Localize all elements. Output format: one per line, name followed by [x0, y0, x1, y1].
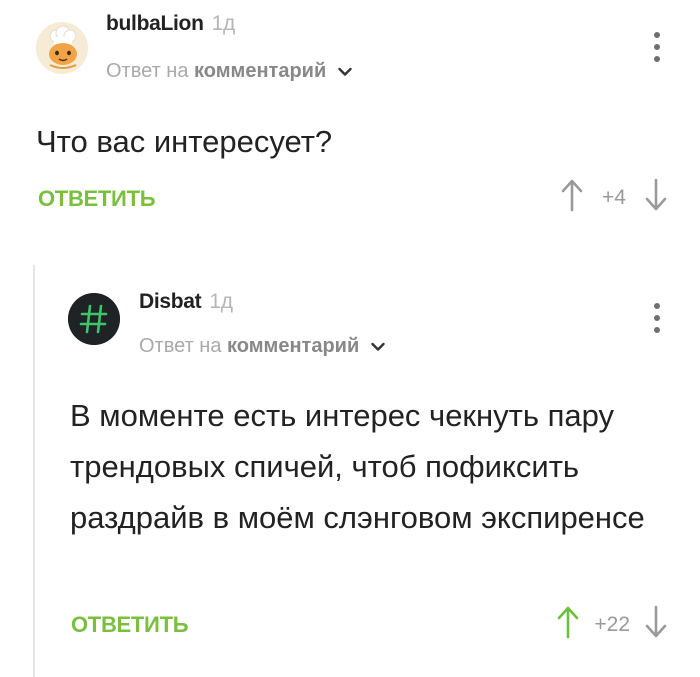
comment-time: 1д	[211, 12, 236, 35]
parent-comment-link[interactable]: комментарий	[227, 335, 359, 357]
hash-icon	[68, 293, 120, 345]
chevron-down-icon[interactable]	[338, 60, 352, 83]
reply-prefix: Ответ на	[106, 60, 189, 82]
reply-context: Ответ на комментарий	[106, 60, 352, 83]
chef-avatar-icon	[36, 22, 88, 74]
reply-prefix: Ответ на	[139, 335, 222, 357]
username[interactable]: Disbat 1д	[139, 290, 233, 314]
arrow-up-icon[interactable]	[560, 178, 584, 218]
vote-controls: +22	[556, 605, 668, 645]
more-vertical-icon[interactable]	[652, 32, 662, 62]
comment-text: Что вас интересует?	[36, 124, 333, 159]
rating-count: +4	[602, 186, 626, 209]
parent-comment-link[interactable]: комментарий	[194, 60, 326, 82]
vote-controls: +4	[560, 178, 668, 218]
comment-text: В моменте есть интерес чекнуть пару трен…	[70, 398, 645, 535]
comment-time: 1д	[209, 290, 233, 313]
rating-count: +22	[594, 613, 630, 636]
reply-context: Ответ на комментарий	[139, 335, 385, 358]
comment-bulbalion: bulbaLion 1д Ответ на комментарий Что вас…	[0, 0, 700, 245]
avatar[interactable]	[36, 22, 88, 74]
username[interactable]: bulbaLion 1д	[106, 12, 235, 36]
reply-button[interactable]: ОТВЕТИТЬ	[71, 612, 189, 638]
arrow-down-icon[interactable]	[644, 178, 668, 218]
avatar[interactable]	[68, 293, 120, 345]
arrow-down-icon[interactable]	[644, 605, 668, 645]
reply-button[interactable]: ОТВЕТИТЬ	[38, 186, 156, 212]
comment-disbat: Disbat 1д Ответ на комментарий В моменте …	[0, 265, 700, 677]
arrow-up-icon[interactable]	[556, 605, 580, 645]
thread-line[interactable]	[33, 265, 35, 677]
chevron-down-icon[interactable]	[371, 335, 385, 358]
more-vertical-icon[interactable]	[652, 303, 662, 333]
